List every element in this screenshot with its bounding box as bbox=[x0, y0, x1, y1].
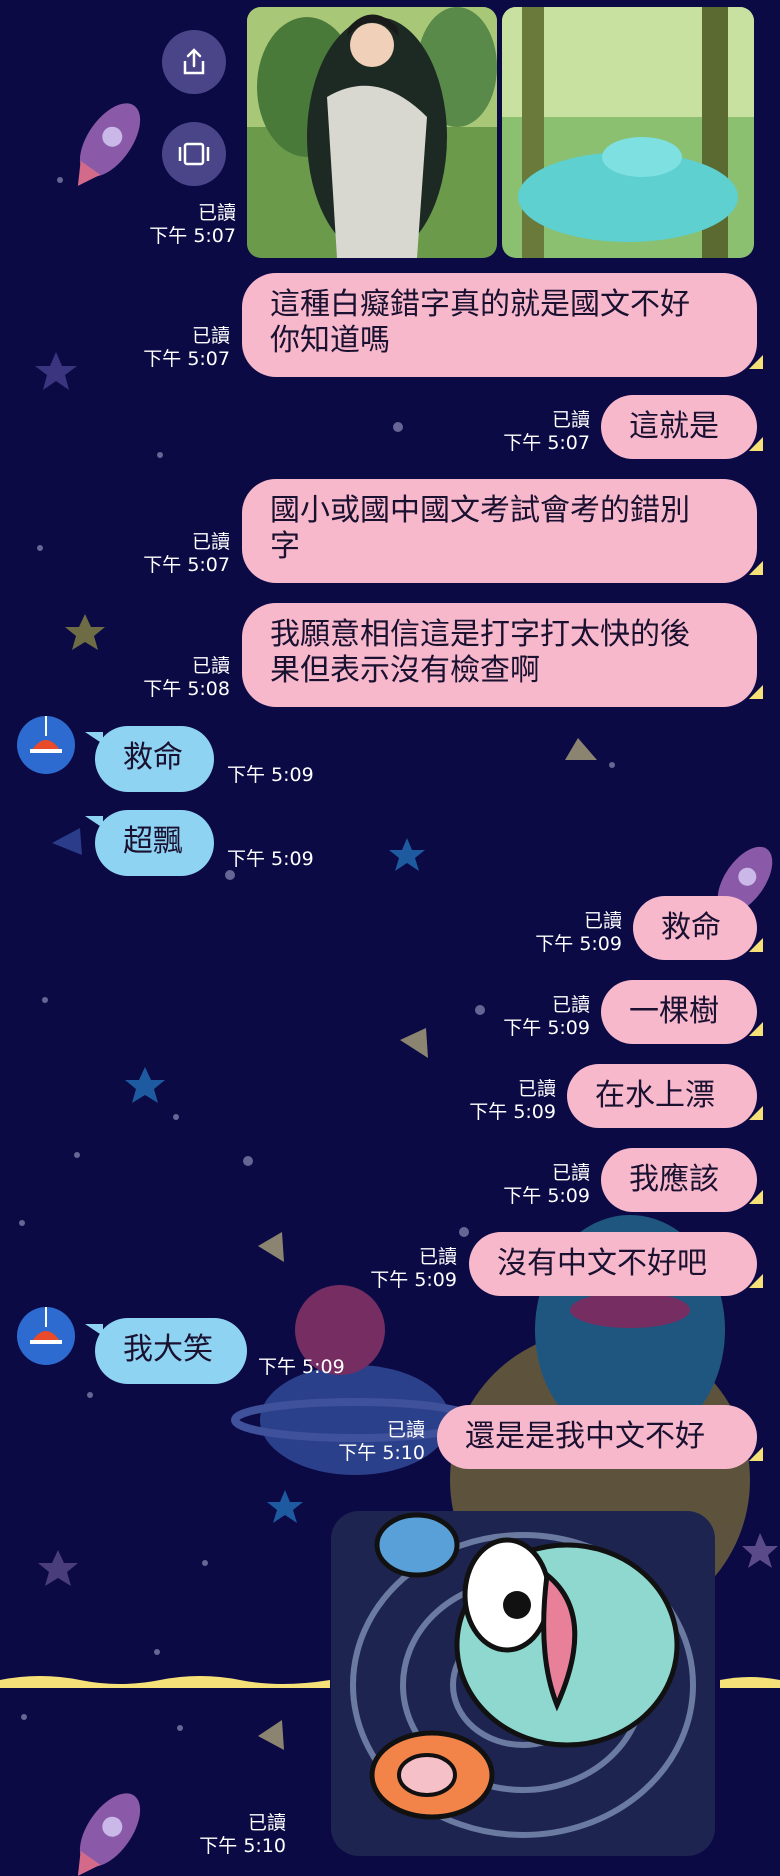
message-line: 還是是我中文不好 bbox=[465, 1419, 705, 1454]
message-line: 你知道嗎 bbox=[270, 323, 390, 358]
message-meta: 下午 5:09 bbox=[258, 1356, 368, 1379]
message-line: 果但表示沒有檢查啊 bbox=[270, 653, 540, 688]
message-meta: 已讀 下午 5:09 bbox=[512, 910, 622, 956]
message-meta: 已讀 下午 5:07 bbox=[120, 531, 230, 577]
message-line: 救命 bbox=[123, 740, 183, 775]
read-receipt: 已讀 bbox=[418, 1246, 457, 1268]
read-receipt: 已讀 bbox=[551, 994, 590, 1016]
timestamp: 下午 5:10 bbox=[199, 1835, 286, 1857]
outgoing-message[interactable]: 我願意相信這是打字打太快的後 果但表示沒有檢查啊 bbox=[242, 603, 763, 707]
timestamp: 下午 5:09 bbox=[227, 848, 314, 870]
photo-character[interactable] bbox=[247, 7, 497, 258]
outgoing-message[interactable]: 沒有中文不好吧 bbox=[469, 1232, 763, 1296]
timestamp: 下午 5:07 bbox=[149, 225, 236, 247]
timestamp: 下午 5:09 bbox=[370, 1269, 457, 1291]
read-receipt: 已讀 bbox=[517, 1078, 556, 1100]
read-receipt: 已讀 bbox=[191, 325, 230, 347]
fullscreen-icon bbox=[178, 142, 210, 166]
share-button[interactable] bbox=[162, 30, 226, 94]
timestamp: 下午 5:09 bbox=[227, 764, 314, 786]
lamp-icon bbox=[30, 1307, 62, 1344]
incoming-message[interactable]: 救命 bbox=[85, 726, 214, 792]
outgoing-message[interactable]: 這就是 bbox=[601, 395, 763, 459]
photo-forest[interactable] bbox=[502, 7, 754, 258]
contact-avatar[interactable] bbox=[17, 716, 75, 774]
message-line: 救命 bbox=[661, 910, 721, 945]
message-line: 我願意相信這是打字打太快的後 bbox=[270, 617, 690, 652]
outgoing-message[interactable]: 還是是我中文不好 bbox=[437, 1405, 763, 1469]
read-receipt: 已讀 bbox=[247, 1812, 286, 1834]
message-line: 我大笑 bbox=[123, 1332, 213, 1367]
outgoing-message[interactable]: 我應該 bbox=[601, 1148, 763, 1212]
message-line: 我應該 bbox=[629, 1162, 719, 1197]
incoming-message[interactable]: 我大笑 bbox=[85, 1318, 247, 1384]
message-line: 沒有中文不好吧 bbox=[497, 1246, 707, 1281]
read-receipt: 已讀 bbox=[191, 531, 230, 553]
message-meta: 已讀 下午 5:09 bbox=[480, 994, 590, 1040]
message-line: 超飄 bbox=[123, 824, 183, 859]
timestamp: 下午 5:07 bbox=[143, 348, 230, 370]
outgoing-message[interactable]: 在水上漂 bbox=[567, 1064, 763, 1128]
timestamp: 下午 5:09 bbox=[503, 1017, 590, 1039]
message-line: 這種白癡錯字真的就是國文不好 bbox=[270, 287, 690, 322]
read-receipt: 已讀 bbox=[551, 409, 590, 431]
message-meta: 已讀 下午 5:07 bbox=[480, 409, 590, 455]
read-receipt: 已讀 bbox=[197, 202, 236, 224]
message-line: 國小或國中國文考試會考的錯別 bbox=[270, 493, 690, 528]
message-line: 字 bbox=[270, 529, 300, 564]
outgoing-message[interactable]: 一棵樹 bbox=[601, 980, 763, 1044]
message-meta: 已讀 下午 5:07 bbox=[120, 325, 230, 371]
message-line: 一棵樹 bbox=[629, 994, 719, 1029]
timestamp: 下午 5:09 bbox=[258, 1356, 345, 1378]
outgoing-message[interactable]: 國小或國中國文考試會考的錯別 字 bbox=[242, 479, 763, 583]
message-meta: 已讀 下午 5:08 bbox=[120, 655, 230, 701]
fullscreen-button[interactable] bbox=[162, 122, 226, 186]
message-meta: 下午 5:09 bbox=[227, 848, 337, 871]
sticker-meta: 已讀 下午 5:10 bbox=[168, 1812, 286, 1858]
outgoing-message[interactable]: 這種白癡錯字真的就是國文不好 你知道嗎 bbox=[242, 273, 763, 377]
message-meta: 下午 5:09 bbox=[227, 764, 337, 787]
contact-avatar[interactable] bbox=[17, 1307, 75, 1365]
share-icon bbox=[183, 48, 205, 75]
message-meta: 已讀 下午 5:09 bbox=[480, 1162, 590, 1208]
read-receipt: 已讀 bbox=[191, 655, 230, 677]
timestamp: 下午 5:08 bbox=[143, 678, 230, 700]
timestamp: 下午 5:09 bbox=[535, 933, 622, 955]
incoming-message[interactable]: 超飄 bbox=[85, 810, 214, 876]
timestamp: 下午 5:07 bbox=[503, 432, 590, 454]
character-illustration bbox=[247, 7, 497, 258]
timestamp: 下午 5:10 bbox=[338, 1442, 425, 1464]
message-meta: 已讀 下午 5:09 bbox=[347, 1246, 457, 1292]
outgoing-message[interactable]: 救命 bbox=[633, 896, 763, 960]
read-receipt: 已讀 bbox=[583, 910, 622, 932]
lamp-icon bbox=[30, 716, 62, 753]
read-receipt: 已讀 bbox=[551, 1162, 590, 1184]
photo-meta: 已讀 下午 5:07 bbox=[120, 202, 236, 248]
message-meta: 已讀 下午 5:10 bbox=[315, 1419, 425, 1465]
forest-river-illustration bbox=[502, 7, 754, 258]
message-line: 在水上漂 bbox=[595, 1078, 715, 1113]
fish-monster-sticker bbox=[331, 1511, 715, 1856]
timestamp: 下午 5:09 bbox=[503, 1185, 590, 1207]
sticker-message[interactable] bbox=[327, 1505, 719, 1860]
read-receipt: 已讀 bbox=[386, 1419, 425, 1441]
message-line: 這就是 bbox=[629, 409, 719, 444]
timestamp: 下午 5:07 bbox=[143, 554, 230, 576]
timestamp: 下午 5:09 bbox=[469, 1101, 556, 1123]
message-meta: 已讀 下午 5:09 bbox=[446, 1078, 556, 1124]
